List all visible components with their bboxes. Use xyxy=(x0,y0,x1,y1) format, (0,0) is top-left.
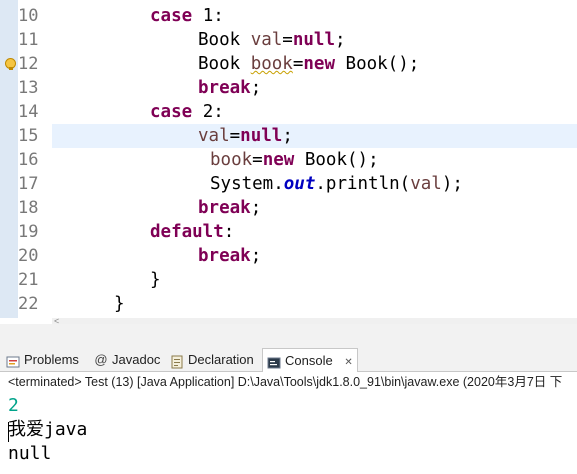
close-icon[interactable]: ✕ xyxy=(344,357,352,368)
line-number: 13 xyxy=(18,78,39,98)
tab-label: Javadoc xyxy=(112,352,161,367)
text-caret xyxy=(8,422,9,442)
code-text: Book xyxy=(198,54,251,74)
code-text: = xyxy=(229,126,241,146)
code-text: 1: xyxy=(192,6,224,26)
code-text: : xyxy=(223,222,235,242)
variable: book xyxy=(210,150,253,170)
keyword: null xyxy=(240,126,283,146)
code-text: Book(); xyxy=(335,54,420,74)
code-text: ; xyxy=(250,78,262,98)
console-view-area: Problems @ Javadoc Declaration Console ✕ … xyxy=(0,324,577,474)
line-number: 17 xyxy=(18,174,39,194)
keyword: new xyxy=(303,54,335,74)
code-line-17[interactable]: System.out.println(val); xyxy=(210,172,463,196)
code-line-19[interactable]: default: xyxy=(150,220,234,244)
keyword: break xyxy=(198,246,251,266)
current-line-highlight xyxy=(52,124,577,148)
code-line-11[interactable]: Book val=null; xyxy=(198,28,346,52)
variable: val xyxy=(198,126,230,146)
keyword: default xyxy=(150,222,224,242)
variable: val xyxy=(250,30,283,50)
console-output-line[interactable]: 我爱java xyxy=(8,418,87,442)
code-line-16[interactable]: book=new Book(); xyxy=(210,148,379,172)
line-number: 16 xyxy=(18,150,39,170)
code-text: } xyxy=(150,270,161,290)
code-line-14[interactable]: case 2: xyxy=(150,100,224,124)
line-number: 21 xyxy=(18,270,39,290)
view-tab-bar: Problems @ Javadoc Declaration Console ✕ xyxy=(0,348,577,372)
console-output-line[interactable]: 2 xyxy=(8,394,19,418)
line-number: 19 xyxy=(18,222,39,242)
line-number: 18 xyxy=(18,198,39,218)
keyword: case xyxy=(150,102,193,122)
keyword: case xyxy=(150,6,193,26)
code-text: ; xyxy=(250,246,262,266)
tab-declaration[interactable]: Declaration xyxy=(166,348,262,371)
variable-warning[interactable]: book xyxy=(251,54,293,74)
keyword: break xyxy=(198,78,251,98)
code-line-22[interactable]: } xyxy=(114,292,125,316)
line-number: 22 xyxy=(18,294,39,314)
static-field: out xyxy=(283,174,316,194)
console-output-line[interactable]: null xyxy=(8,442,51,466)
code-line-20[interactable]: break; xyxy=(198,244,261,268)
warning-icon[interactable] xyxy=(5,58,16,70)
code-text: ; xyxy=(335,30,346,50)
code-text: .println( xyxy=(315,174,411,194)
view-sash[interactable] xyxy=(0,324,577,348)
console-icon xyxy=(267,354,281,369)
line-number: 14 xyxy=(18,102,39,122)
javadoc-icon: @ xyxy=(94,351,108,367)
code-line-18[interactable]: break; xyxy=(198,196,261,220)
keyword: break xyxy=(198,198,251,218)
code-line-12[interactable]: Book book=new Book(); xyxy=(198,52,419,76)
code-text: = xyxy=(252,150,263,170)
code-line-10[interactable]: case 1: xyxy=(150,4,224,28)
tab-problems[interactable]: Problems xyxy=(2,348,90,371)
tab-label: Console xyxy=(285,353,333,368)
tab-label: Declaration xyxy=(188,352,254,367)
code-text: } xyxy=(114,294,125,314)
code-text: 2: xyxy=(192,102,224,122)
code-text: = xyxy=(292,54,304,74)
line-number: 15 xyxy=(18,126,39,146)
code-text: = xyxy=(282,30,293,50)
code-text: ; xyxy=(250,198,262,218)
tab-label: Problems xyxy=(24,352,79,367)
code-line-21[interactable]: } xyxy=(150,268,161,292)
declaration-icon xyxy=(170,353,184,369)
annotation-gutter xyxy=(6,0,18,318)
problems-icon xyxy=(6,353,20,368)
variable: val xyxy=(410,174,442,194)
code-text: Book(); xyxy=(294,150,379,170)
line-number: 20 xyxy=(18,246,39,266)
code-text: ); xyxy=(441,174,463,194)
keyword: new xyxy=(262,150,295,170)
code-editor[interactable]: 10 11 12 13 14 15 16 17 18 19 20 21 22 c… xyxy=(0,0,577,324)
tab-console[interactable]: Console ✕ xyxy=(262,348,358,372)
code-text: ; xyxy=(282,126,293,146)
code-text: Book xyxy=(198,30,251,50)
line-number: 10 xyxy=(18,6,39,26)
line-number: 11 xyxy=(18,30,39,50)
line-number: 12 xyxy=(18,54,39,74)
tab-javadoc[interactable]: @ Javadoc xyxy=(90,348,164,371)
console-status-line: <terminated> Test (13) [Java Application… xyxy=(0,372,577,392)
keyword: null xyxy=(292,30,335,50)
code-line-15[interactable]: val=null; xyxy=(198,124,293,148)
line-number-ruler: 10 11 12 13 14 15 16 17 18 19 20 21 22 xyxy=(18,0,52,318)
code-line-13[interactable]: break; xyxy=(198,76,261,100)
code-text: System. xyxy=(210,174,284,194)
